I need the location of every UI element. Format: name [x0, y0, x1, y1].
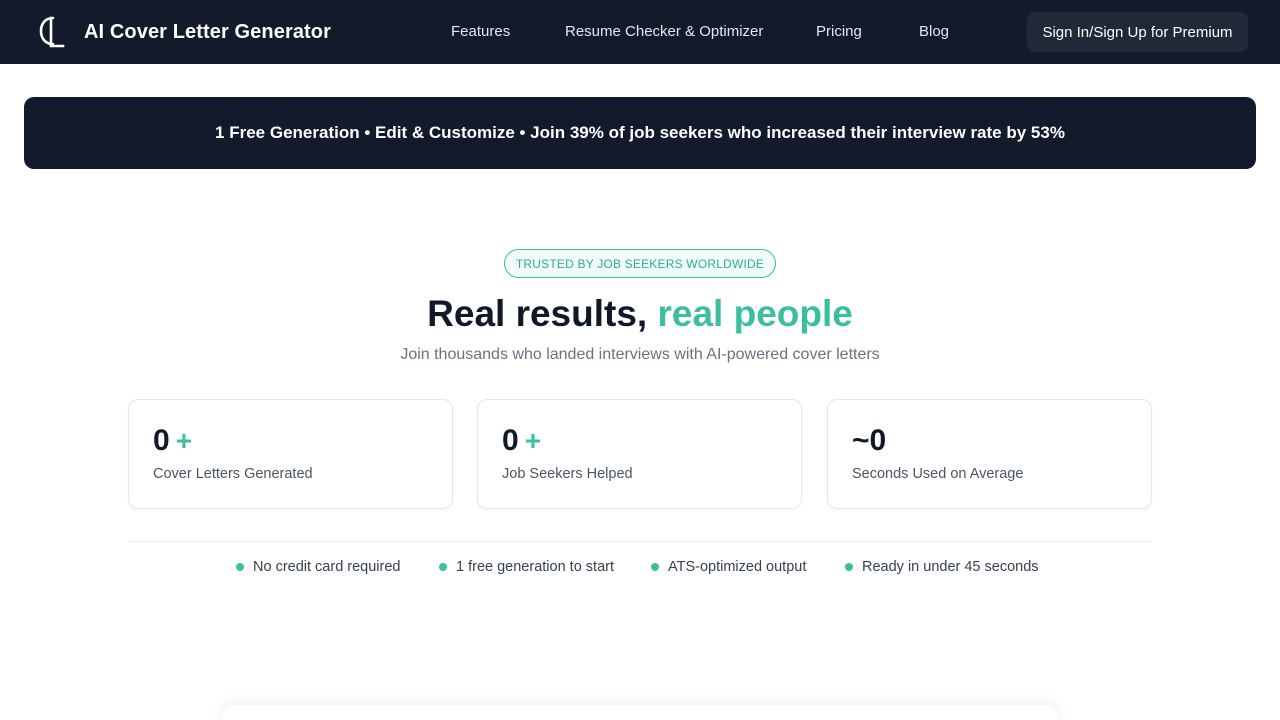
nav-blog[interactable]: Blog [919, 23, 949, 40]
stat-card-job-seekers: 0 + Job Seekers Helped [477, 399, 802, 509]
headline-main: Real results, [427, 293, 648, 334]
stat-card-cover-letters: 0 + Cover Letters Generated [128, 399, 453, 509]
feature-label: 1 free generation to start [456, 559, 614, 575]
promo-banner-text: 1 Free Generation • Edit & Customize • J… [215, 123, 1065, 142]
stat-value: 0 [502, 424, 519, 457]
feature-label: No credit card required [253, 559, 401, 575]
check-dot-icon [651, 563, 659, 571]
stat-card-seconds: ~0 Seconds Used on Average [827, 399, 1152, 509]
feature-label: Ready in under 45 seconds [862, 559, 1039, 575]
check-dot-icon [439, 563, 447, 571]
feature-item: Ready in under 45 seconds [845, 559, 1039, 575]
stat-suffix: + [524, 425, 542, 456]
stat-label: Cover Letters Generated [153, 466, 313, 482]
stat-label: Job Seekers Helped [502, 466, 633, 482]
feature-label: ATS-optimized output [668, 559, 807, 575]
check-dot-icon [845, 563, 853, 571]
divider [128, 541, 1152, 542]
trust-badge: TRUSTED BY JOB SEEKERS WORLDWIDE [504, 249, 776, 278]
nav-resume-checker[interactable]: Resume Checker & Optimizer [565, 23, 763, 40]
feature-item: No credit card required [236, 559, 401, 575]
sign-in-button[interactable]: Sign In/Sign Up for Premium [1027, 12, 1248, 52]
top-navbar: AI Cover Letter Generator Features Resum… [0, 0, 1280, 64]
next-section-card [222, 705, 1058, 720]
nav-features[interactable]: Features [451, 23, 510, 40]
nav-pricing[interactable]: Pricing [816, 23, 862, 40]
section-subheadline: Join thousands who landed interviews wit… [400, 346, 880, 363]
promo-banner: 1 Free Generation • Edit & Customize • J… [24, 97, 1256, 169]
feature-item: 1 free generation to start [439, 559, 614, 575]
stat-value: 0 [153, 424, 170, 457]
headline-accent: real people [657, 293, 853, 334]
stat-label: Seconds Used on Average [852, 466, 1024, 482]
stat-value: ~0 [852, 424, 887, 457]
feature-item: ATS-optimized output [651, 559, 806, 575]
check-dot-icon [236, 563, 244, 571]
section-headline: Real results, real people [0, 293, 1280, 335]
stat-suffix: + [175, 425, 193, 456]
